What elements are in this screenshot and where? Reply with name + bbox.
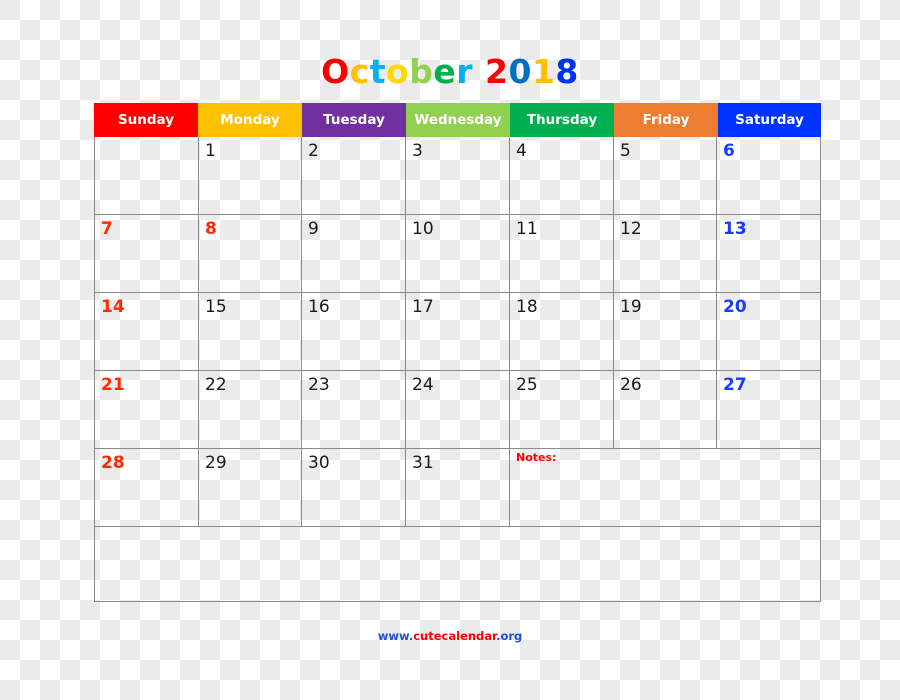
day-cell[interactable]: 15 [199,293,302,371]
day-number: 4 [516,141,527,161]
calendar-grid: 1 2 3 4 5 6 7 8 9 10 11 12 13 14 15 16 17 18 19 20 21 22 23 24 2… [94,137,821,602]
footer-link-part: .org [496,629,523,643]
day-cell[interactable]: 19 [614,293,717,371]
day-number: 2 [308,141,319,161]
day-number: 11 [516,219,538,239]
day-cell[interactable]: 10 [406,215,510,293]
day-cell[interactable]: 27 [717,371,821,449]
footer-link[interactable]: www.cutecalendar.org [0,629,900,643]
weekday-header-friday: Friday [614,103,718,137]
weekday-header-wednesday: Wednesday [406,103,510,137]
day-cell[interactable]: 2 [302,137,406,215]
day-number: 14 [101,297,125,317]
day-cell[interactable]: 31 [406,449,510,527]
day-number: 3 [412,141,423,161]
weekday-header-saturday: Saturday [718,103,821,137]
day-cell[interactable]: 25 [510,371,614,449]
day-cell[interactable]: 20 [717,293,821,371]
title-letter: 8 [555,52,579,91]
day-number: 13 [723,219,747,239]
weekday-header-row: Sunday Monday Tuesday Wednesday Thursday Frid… [94,103,821,137]
notes-label: Notes: [516,451,557,464]
title-letter: o [386,52,410,91]
day-number: 29 [205,453,227,473]
title-letter: t [369,52,387,91]
title-letter: 2 [485,52,509,91]
day-cell[interactable]: 21 [95,371,199,449]
day-cell[interactable]: 28 [95,449,199,527]
day-cell[interactable]: 5 [614,137,717,215]
weekday-header-sunday: Sunday [94,103,198,137]
title-letter: b [409,52,434,91]
weekday-header-monday: Monday [198,103,302,137]
day-number: 23 [308,375,330,395]
extra-notes-row [95,527,820,601]
day-number: 21 [101,375,125,395]
day-cell[interactable]: 1 [199,137,302,215]
day-cell[interactable]: 17 [406,293,510,371]
day-cell[interactable]: 22 [199,371,302,449]
day-number: 20 [723,297,747,317]
day-number: 27 [723,375,747,395]
page-title: October 2018 [0,52,900,91]
day-number: 8 [205,219,217,239]
day-number: 15 [205,297,227,317]
footer-link-part: cutecalendar [413,629,497,643]
day-cell[interactable]: 30 [302,449,406,527]
day-number: 6 [723,141,735,161]
title-letter: 0 [508,52,532,91]
day-number: 5 [620,141,631,161]
day-number: 10 [412,219,434,239]
day-number: 16 [308,297,330,317]
day-number: 9 [308,219,319,239]
day-cell[interactable] [95,137,199,215]
day-cell[interactable]: 3 [406,137,510,215]
day-number: 22 [205,375,227,395]
footer-link-part: www. [377,629,414,643]
day-number: 17 [412,297,434,317]
day-cell[interactable]: 7 [95,215,199,293]
calendar: Sunday Monday Tuesday Wednesday Thursday Frid… [94,103,821,602]
day-number: 30 [308,453,330,473]
notes-cell[interactable]: Notes: [510,449,820,527]
day-cell[interactable]: 14 [95,293,199,371]
day-number: 31 [412,453,434,473]
day-number: 25 [516,375,538,395]
day-cell[interactable]: 18 [510,293,614,371]
weekday-header-thursday: Thursday [510,103,614,137]
day-cell[interactable]: 11 [510,215,614,293]
day-cell[interactable]: 8 [199,215,302,293]
title-letter: O [321,52,350,91]
title-letter: e [433,52,457,91]
title-letter [473,52,485,91]
day-number: 26 [620,375,642,395]
day-number: 28 [101,453,125,473]
day-cell[interactable]: 12 [614,215,717,293]
title-letter: c [349,52,370,91]
day-cell[interactable]: 13 [717,215,821,293]
day-cell[interactable]: 23 [302,371,406,449]
day-cell[interactable]: 29 [199,449,302,527]
day-number: 19 [620,297,642,317]
day-number: 1 [205,141,216,161]
day-number: 12 [620,219,642,239]
title-letter: r [456,52,473,91]
day-cell[interactable]: 26 [614,371,717,449]
day-cell[interactable]: 16 [302,293,406,371]
day-number: 24 [412,375,434,395]
weekday-header-tuesday: Tuesday [302,103,406,137]
title-letter: 1 [531,52,556,91]
day-cell[interactable]: 9 [302,215,406,293]
day-cell[interactable]: 6 [717,137,821,215]
day-number: 7 [101,219,113,239]
day-cell[interactable]: 4 [510,137,614,215]
day-number: 18 [516,297,538,317]
day-cell[interactable]: 24 [406,371,510,449]
